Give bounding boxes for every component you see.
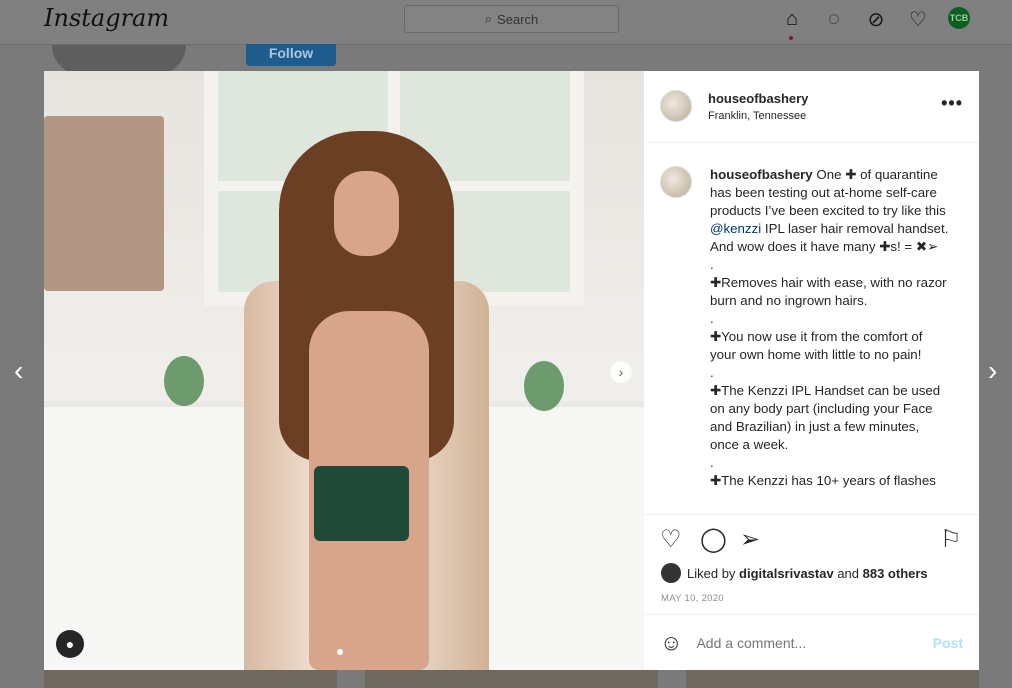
previous-post-arrow[interactable]: ‹ xyxy=(14,355,23,387)
tagged-users-icon[interactable]: ● xyxy=(56,630,84,658)
comment-input[interactable] xyxy=(696,634,933,651)
caption-bullet: ✚Removes hair with ease, with no razor b… xyxy=(710,275,947,308)
caption-bullet: ✚You now use it from the comfort of your… xyxy=(710,329,923,362)
liker-username[interactable]: digitalsrivastav xyxy=(739,566,834,581)
messenger-icon[interactable]: ◌ xyxy=(822,7,846,31)
post-header: houseofbashery Franklin, Tennessee ••• xyxy=(644,71,979,143)
next-post-arrow[interactable]: › xyxy=(988,355,997,387)
search-input[interactable]: ⌕ Search xyxy=(404,5,619,33)
author-username[interactable]: houseofbashery xyxy=(708,91,808,106)
caption-username[interactable]: houseofbashery xyxy=(710,167,813,182)
home-icon[interactable]: ⌂ xyxy=(780,7,804,31)
caption-separator: . xyxy=(710,257,714,272)
share-icon[interactable]: ➢ xyxy=(740,525,760,554)
caption-bullet: ✚The Kenzzi IPL Handset can be used on a… xyxy=(710,383,941,452)
likes-summary: Liked by digitalsrivastav and 883 others xyxy=(661,563,928,583)
author-avatar[interactable] xyxy=(660,90,692,122)
top-nav-bar: Instagram ⌕ Search ⌂ ◌ ⊘ ♡ TCB xyxy=(0,0,1012,45)
save-bookmark-icon[interactable]: ⚐ xyxy=(940,525,962,554)
heart-icon[interactable]: ♡ xyxy=(906,7,930,31)
mention-link[interactable]: @kenzzi xyxy=(710,221,761,236)
home-active-dot xyxy=(789,36,793,40)
swimsuit xyxy=(314,466,409,541)
explore-icon[interactable]: ⊘ xyxy=(864,7,888,31)
comment-icon[interactable]: ◯ xyxy=(700,525,727,554)
likes-text: and xyxy=(833,565,863,581)
search-icon: ⌕ xyxy=(484,11,493,26)
caption-separator: . xyxy=(710,311,714,326)
post-comment-button[interactable]: Post xyxy=(933,635,963,651)
follow-button[interactable]: Follow xyxy=(246,44,336,66)
plant xyxy=(164,356,204,406)
comment-bar: ☺ Post xyxy=(644,614,979,670)
post-location[interactable]: Franklin, Tennessee xyxy=(708,110,806,122)
post-actions: ♡ ◯ ➢ ⚐ Liked by digitalsrivastav and 88… xyxy=(644,514,979,614)
post-side-panel: houseofbashery Franklin, Tennessee ••• h… xyxy=(644,71,979,670)
like-icon[interactable]: ♡ xyxy=(660,525,682,554)
search-placeholder: Search xyxy=(497,11,539,27)
background-thumbnails xyxy=(44,670,979,688)
carousel-next-button[interactable]: › xyxy=(610,361,632,383)
emoji-icon[interactable]: ☺ xyxy=(660,630,682,656)
caption-avatar[interactable] xyxy=(660,166,692,198)
caption-separator: . xyxy=(710,455,714,470)
instagram-logo[interactable]: Instagram xyxy=(44,4,169,32)
likes-text: Liked by xyxy=(687,565,740,581)
more-options-icon[interactable]: ••• xyxy=(941,93,963,114)
liker-avatar xyxy=(661,563,681,583)
likes-count-link[interactable]: 883 others xyxy=(863,566,928,581)
post-caption: houseofbashery One ✚ of quarantine has b… xyxy=(644,144,979,514)
carousel-indicator-dot xyxy=(337,649,343,655)
caption-separator: . xyxy=(710,365,714,380)
profile-avatar[interactable]: TCB xyxy=(948,7,970,29)
face xyxy=(334,171,399,256)
caption-bullet: ✚The Kenzzi has 10+ years of flashes xyxy=(710,473,936,488)
plant xyxy=(524,361,564,411)
post-image[interactable]: › ● xyxy=(44,71,644,670)
towel xyxy=(44,116,164,291)
post-date[interactable]: MAY 10, 2020 xyxy=(661,593,724,604)
